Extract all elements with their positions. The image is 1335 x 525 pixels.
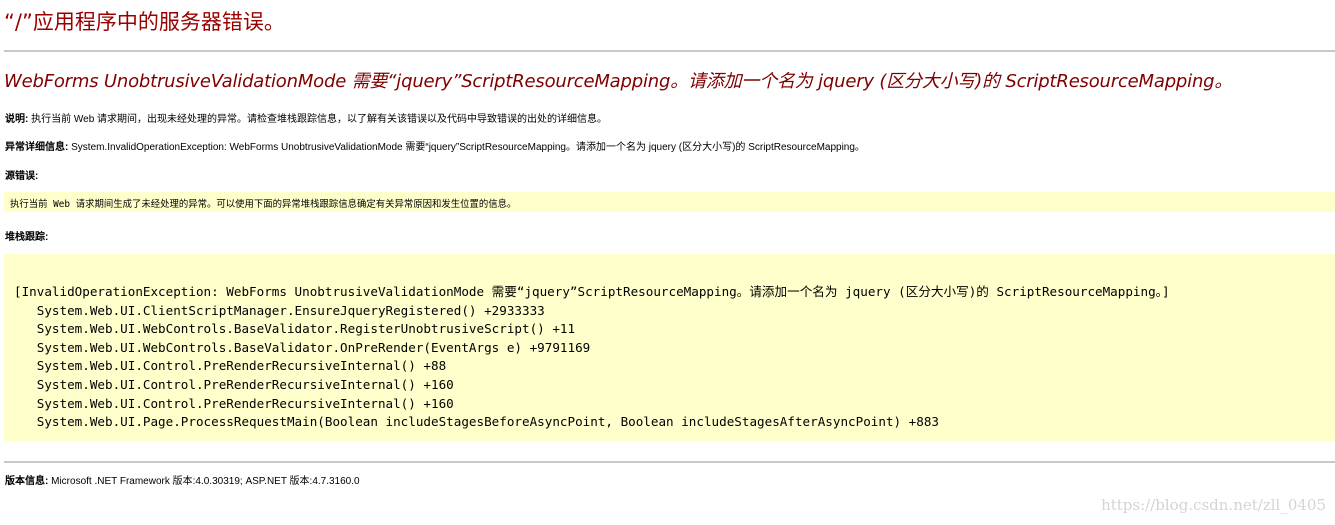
- source-error-text: 执行当前 Web 请求期间生成了未经处理的异常。可以使用下面的异常堆栈跟踪信息确…: [10, 199, 517, 210]
- exception-details-line: 异常详细信息: System.InvalidOperationException…: [5, 138, 865, 153]
- stack-trace-box: [InvalidOperationException: WebForms Uno…: [4, 254, 1335, 441]
- description-text: 执行当前 Web 请求期间，出现未经处理的异常。请检查堆栈跟踪信息，以了解有关该…: [31, 114, 608, 125]
- stack-trace-line: System.Web.UI.Page.ProcessRequestMain(Bo…: [14, 414, 940, 430]
- exception-details-text: System.InvalidOperationException: WebFor…: [71, 142, 865, 153]
- source-error-label-line: 源错误:: [5, 167, 38, 182]
- stack-trace-line: System.Web.UI.ClientScriptManager.Ensure…: [14, 302, 545, 318]
- version-info-label: 版本信息:: [5, 476, 49, 487]
- error-heading: WebForms UnobtrusiveValidationMode 需要“jq…: [4, 71, 1233, 92]
- stack-trace-label-line: 堆栈跟踪:: [5, 228, 48, 243]
- title-divider: [4, 50, 1335, 52]
- version-info-line: 版本信息: Microsoft .NET Framework 版本:4.0.30…: [5, 472, 360, 487]
- stack-trace-line: System.Web.UI.Control.PreRenderRecursive…: [14, 358, 447, 374]
- description-line: 说明: 执行当前 Web 请求期间，出现未经处理的异常。请检查堆栈跟踪信息，以了…: [5, 110, 607, 125]
- stack-trace-line: System.Web.UI.WebControls.BaseValidator.…: [14, 321, 576, 337]
- watermark: https://blog.csdn.net/zll_0405: [1101, 496, 1326, 514]
- stack-trace-line: [InvalidOperationException: WebForms Uno…: [14, 284, 1170, 299]
- stack-trace-text: [InvalidOperationException: WebForms Uno…: [14, 283, 1170, 432]
- page-title: “/”应用程序中的服务器错误。: [4, 10, 285, 34]
- source-error-label: 源错误:: [5, 171, 39, 182]
- source-error-box: 执行当前 Web 请求期间生成了未经处理的异常。可以使用下面的异常堆栈跟踪信息确…: [4, 192, 1335, 212]
- exception-details-label: 异常详细信息:: [5, 142, 69, 153]
- footer-divider: [4, 461, 1335, 463]
- version-info-text: Microsoft .NET Framework 版本:4.0.30319; A…: [51, 476, 360, 487]
- stack-trace-line: System.Web.UI.Control.PreRenderRecursive…: [14, 376, 454, 392]
- description-label: 说明:: [5, 114, 29, 125]
- stack-trace-line: System.Web.UI.WebControls.BaseValidator.…: [14, 339, 591, 355]
- stack-trace-label: 堆栈跟踪:: [5, 232, 49, 243]
- stack-trace-line: System.Web.UI.Control.PreRenderRecursive…: [14, 395, 454, 411]
